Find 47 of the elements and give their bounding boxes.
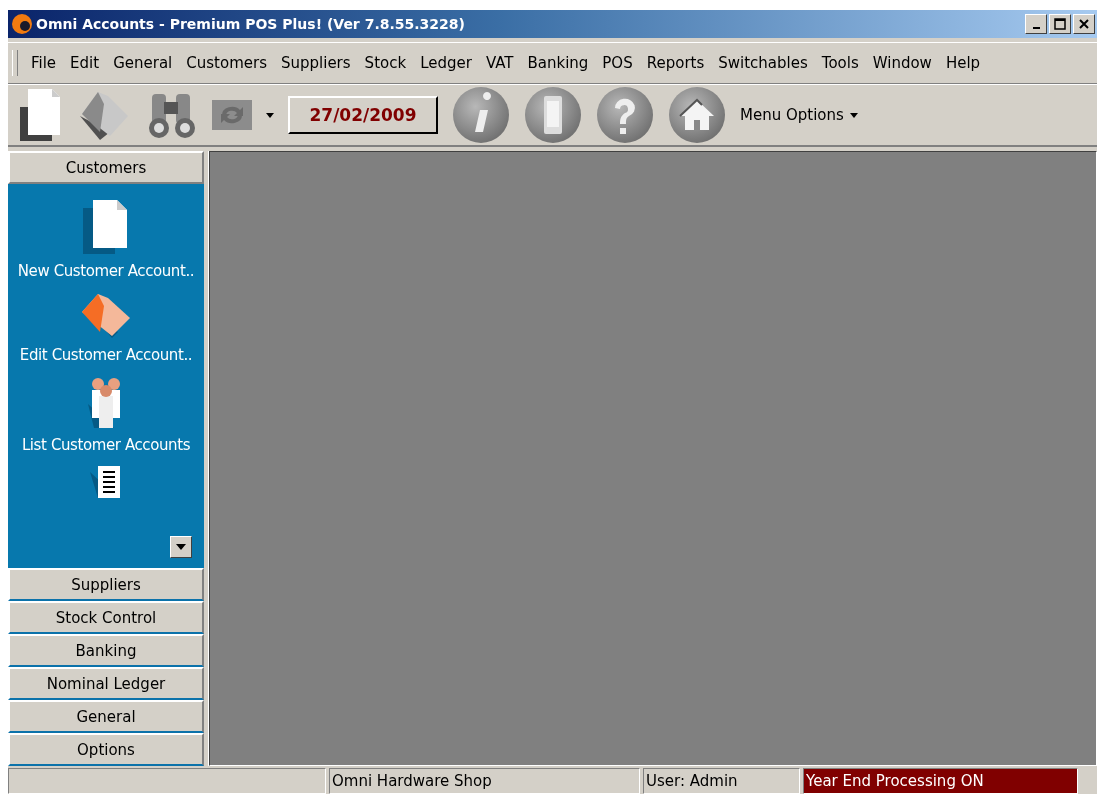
caret-icon	[849, 112, 858, 118]
menu-item[interactable]: File	[24, 54, 64, 72]
window-title: Omni Accounts - Premium POS Plus! (Ver 7.8.55.3228)	[36, 16, 466, 32]
document-icon	[83, 198, 129, 256]
menu-item[interactable]: Tools	[814, 54, 866, 72]
minimize-icon	[1032, 27, 1040, 29]
date-button[interactable]: 27/02/2009	[288, 96, 438, 134]
sidebar-group-header[interactable]: Nominal Ledger	[8, 667, 204, 700]
sidebar-group-header[interactable]: General	[8, 700, 204, 733]
menu-item[interactable]: Window	[865, 54, 939, 72]
menu-item[interactable]: Help	[938, 54, 988, 72]
menu-options-button[interactable]: Menu Options	[740, 106, 858, 124]
sidebar-group-header[interactable]: Suppliers	[8, 568, 204, 601]
close-icon	[1079, 19, 1089, 29]
minimize-button[interactable]	[1025, 14, 1047, 34]
info-icon[interactable]	[452, 86, 510, 144]
menu-item[interactable]: Banking	[520, 54, 596, 72]
status-text: User: Admin	[643, 768, 800, 794]
home-icon[interactable]	[668, 86, 726, 144]
app-logo-icon	[11, 13, 33, 35]
menu-item[interactable]: Switchables	[711, 54, 815, 72]
maximize-icon	[1054, 18, 1066, 30]
menu-item[interactable]: Suppliers	[274, 54, 358, 72]
scroll-down-button[interactable]	[170, 536, 192, 558]
sidebar-group-header[interactable]: Stock Control	[8, 601, 204, 634]
caret-icon[interactable]	[266, 112, 274, 118]
menu-item[interactable]: Ledger	[413, 54, 479, 72]
menu-item[interactable]: Customers	[179, 54, 274, 72]
status-text: Year End Processing ON	[803, 768, 1078, 794]
status-text: Omni Hardware Shop	[329, 768, 640, 794]
sidebar-group-header[interactable]: Options	[8, 733, 204, 766]
sidebar-item[interactable]: New Customer Account..	[17, 198, 195, 280]
maximize-button[interactable]	[1049, 14, 1071, 34]
menu-item[interactable]: General	[106, 54, 180, 72]
caret-icon	[176, 544, 186, 550]
close-button[interactable]	[1073, 14, 1095, 34]
menu-item[interactable]: Stock	[357, 54, 414, 72]
menu-item[interactable]: Edit	[63, 54, 107, 72]
handset-icon[interactable]	[524, 86, 582, 144]
help-icon[interactable]	[596, 86, 654, 144]
menu-item[interactable]: VAT	[478, 54, 521, 72]
menu-item[interactable]: POS	[595, 54, 640, 72]
sidebar-item[interactable]: List Customer Accounts	[21, 374, 191, 454]
sidebar-item[interactable]: Edit Customer Account..	[19, 290, 193, 364]
sidebar-group-header[interactable]: Banking	[8, 634, 204, 667]
menu-item[interactable]: Reports	[639, 54, 712, 72]
sidebar-group-header[interactable]: Customers	[8, 151, 204, 184]
